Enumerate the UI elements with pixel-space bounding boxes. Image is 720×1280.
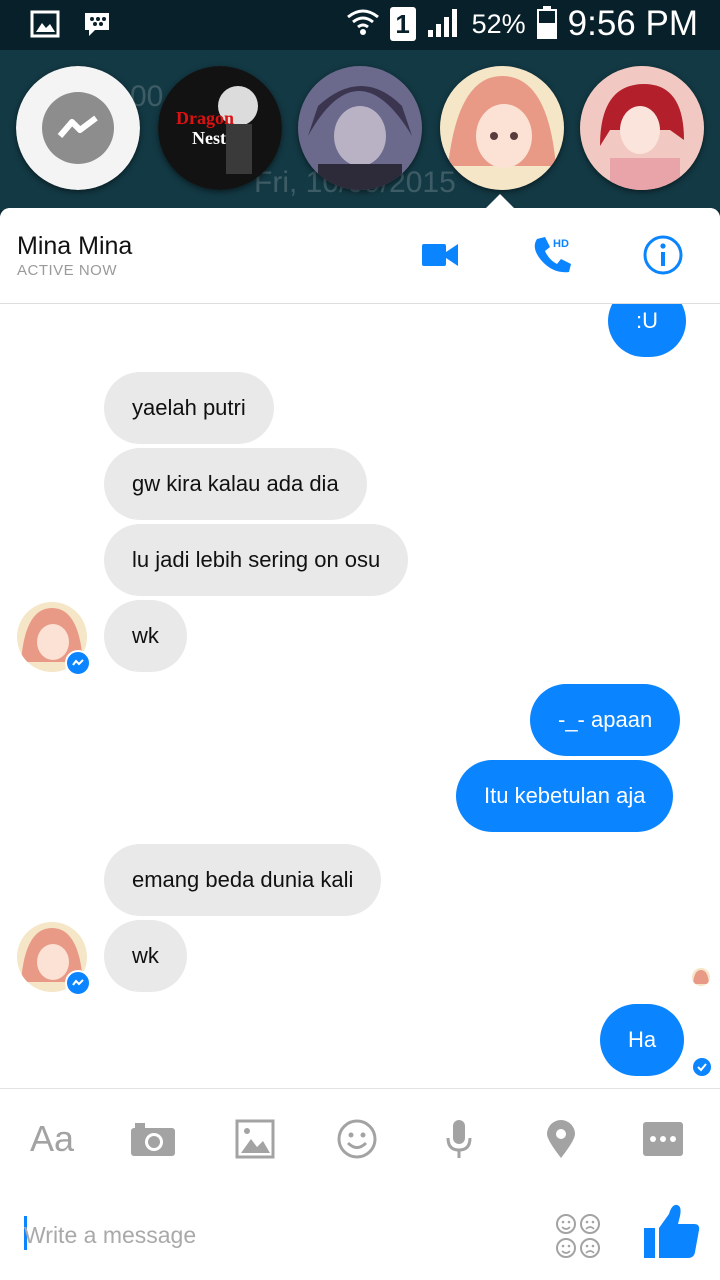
messenger-chat-head[interactable] — [16, 66, 140, 190]
red-anime-chat-head[interactable] — [580, 66, 704, 190]
message-outgoing[interactable]: :U — [608, 304, 686, 357]
microphone-icon — [446, 1120, 472, 1158]
composer-toolbar: Aa — [0, 1088, 720, 1185]
chat-header: Mina Mina ACTIVE NOW HD — [0, 208, 720, 304]
phone-hd-icon: HD — [534, 237, 571, 273]
text-format-label: Aa — [29, 1118, 75, 1159]
gallery-button[interactable] — [227, 1111, 283, 1167]
seen-by-avatar — [692, 968, 710, 986]
image-icon — [235, 1119, 275, 1159]
message-incoming[interactable]: emang beda dunia kali — [104, 844, 382, 916]
dark-anime-chat-head[interactable] — [298, 66, 422, 190]
message-incoming[interactable]: gw kira kalau ada dia — [104, 448, 367, 520]
signal-icon — [426, 6, 462, 43]
message-list[interactable]: :U yaelah putri gw kira kalau ada dia lu… — [0, 304, 720, 1086]
contact-status: ACTIVE NOW — [17, 262, 118, 279]
battery-icon — [536, 5, 558, 44]
wifi-icon — [346, 5, 380, 44]
sim-slot-label: 1 — [395, 9, 410, 39]
svg-text:HD: HD — [553, 238, 569, 250]
thumbs-up-icon — [644, 1204, 700, 1258]
svg-text:Nest: Nest — [192, 128, 226, 148]
video-call-button[interactable] — [415, 230, 465, 280]
location-button[interactable] — [533, 1111, 589, 1167]
conversation-info-button[interactable] — [638, 230, 688, 280]
dragon-nest-chat-head[interactable]: Dragon Nest — [158, 66, 282, 190]
dragon-nest-logo: Dragon — [176, 108, 234, 128]
delivered-check-icon — [693, 1058, 711, 1076]
clock: 9:56 PM — [567, 4, 698, 43]
message-incoming[interactable]: lu jadi lebih sering on osu — [104, 524, 409, 596]
message-input[interactable] — [22, 1212, 526, 1258]
sim-slot-icon: 1 — [389, 7, 416, 41]
emoji-grid-icon — [556, 1214, 600, 1258]
message-outgoing[interactable]: Ha — [600, 1004, 685, 1076]
message-outgoing[interactable]: -_- apaan — [530, 684, 681, 756]
camera-button[interactable] — [125, 1111, 181, 1167]
text-format-button[interactable]: Aa — [24, 1111, 80, 1167]
video-camera-icon — [422, 244, 458, 266]
contact-name: Mina Mina — [17, 232, 133, 260]
gallery-icon — [30, 9, 60, 44]
chat-window: Mina Mina ACTIVE NOW HD :U yaelah putri … — [0, 208, 720, 1280]
camera-icon — [131, 1123, 175, 1156]
status-bar: 1 52% 9:56 PM — [0, 0, 720, 50]
sticker-button[interactable] — [329, 1111, 385, 1167]
like-button[interactable] — [642, 1202, 702, 1264]
voice-record-button[interactable] — [431, 1111, 487, 1167]
voice-call-button[interactable]: HD — [527, 230, 577, 280]
location-pin-icon — [547, 1120, 575, 1158]
battery-percent: 52% — [471, 8, 526, 39]
messenger-badge-icon — [65, 970, 91, 996]
message-outgoing[interactable]: Itu kebetulan aja — [456, 760, 674, 832]
message-incoming[interactable]: yaelah putri — [104, 372, 274, 444]
message-incoming[interactable]: wk — [104, 600, 187, 672]
bbm-icon — [82, 9, 112, 44]
message-incoming[interactable]: wk — [104, 920, 187, 992]
smiley-icon — [337, 1119, 377, 1159]
info-icon — [643, 235, 683, 275]
mina-chat-head[interactable] — [440, 66, 564, 190]
composer — [0, 1184, 720, 1280]
messenger-badge-icon — [65, 650, 91, 676]
more-icon — [643, 1122, 683, 1156]
more-options-button[interactable] — [635, 1111, 691, 1167]
emoji-button[interactable] — [554, 1212, 602, 1260]
